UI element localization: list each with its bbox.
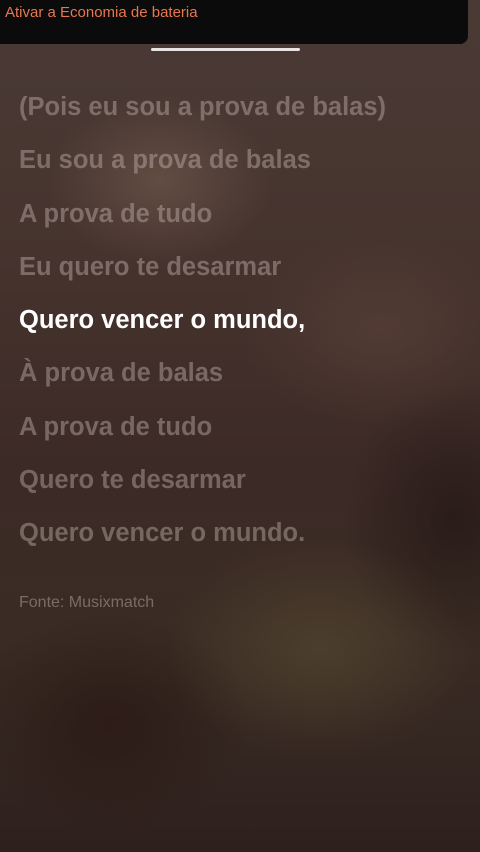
- lyric-line[interactable]: (Pois eu sou a prova de balas): [19, 86, 474, 139]
- lyrics-list[interactable]: (Pois eu sou a prova de balas) Eu sou a …: [19, 86, 474, 566]
- lyric-line-current[interactable]: Quero vencer o mundo,: [19, 299, 474, 352]
- battery-saver-text[interactable]: Ativar a Economia de bateria: [5, 4, 198, 21]
- lyric-line[interactable]: A prova de tudo: [19, 406, 474, 459]
- lyric-line[interactable]: Quero vencer o mundo.: [19, 512, 474, 565]
- battery-saver-notification[interactable]: Ativar a Economia de bateria: [0, 0, 468, 44]
- lyric-line[interactable]: Eu quero te desarmar: [19, 246, 474, 299]
- drag-handle[interactable]: [151, 48, 300, 51]
- lyric-line[interactable]: Eu sou a prova de balas: [19, 139, 474, 192]
- lyrics-source: Fonte: Musixmatch: [19, 594, 155, 611]
- lyric-line[interactable]: A prova de tudo: [19, 193, 474, 246]
- lyric-line[interactable]: À prova de balas: [19, 352, 474, 405]
- lyric-line[interactable]: Quero te desarmar: [19, 459, 474, 512]
